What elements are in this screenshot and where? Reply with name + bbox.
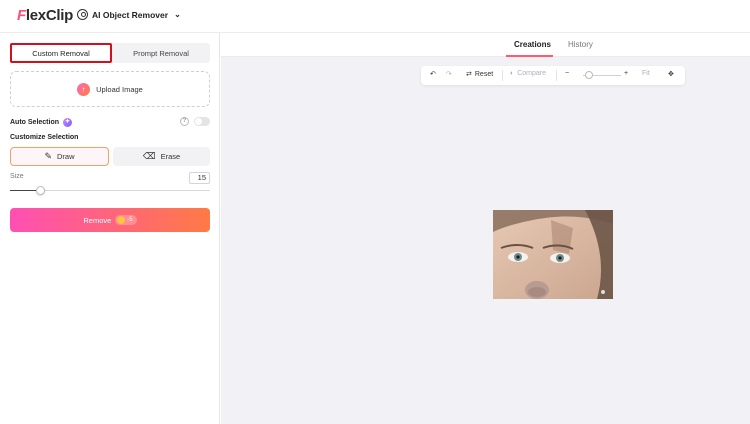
redo-icon[interactable]: ↷ [446, 70, 452, 78]
tab-custom-removal[interactable]: Custom Removal [10, 43, 112, 63]
draw-button[interactable]: ✎ Draw [10, 147, 109, 166]
uploaded-photo [493, 210, 613, 299]
size-slider-handle[interactable] [35, 186, 45, 195]
tool-selector-dropdown[interactable]: AI Object Remover ⌄ [77, 9, 181, 20]
reset-label: Reset [474, 70, 494, 78]
eraser-icon: ⌫ [142, 151, 156, 161]
object-remover-icon [77, 9, 88, 20]
tab-prompt-removal[interactable]: Prompt Removal [112, 43, 210, 63]
zoom-slider-handle[interactable] [585, 71, 594, 79]
upload-image-button[interactable]: ↑ Upload Image [10, 71, 210, 107]
canvas-area: Creations History ↶ ↷ ⇄ Reset ◐ Compare … [221, 33, 750, 424]
ai-sparkle-icon: ✦ [63, 117, 73, 127]
coin-icon [117, 216, 126, 224]
left-panel: Custom Removal Prompt Removal ↑ Upload I… [0, 33, 220, 424]
credit-cost-value: -5 [127, 217, 133, 223]
toolbar-divider [556, 70, 557, 81]
move-icon[interactable]: ✥ [668, 70, 674, 78]
compare-label: Compare [517, 70, 547, 77]
upload-icon: ↑ [77, 82, 91, 96]
fit-button[interactable]: Fit [642, 70, 650, 77]
size-slider[interactable] [10, 186, 210, 195]
removal-mode-tabs: Custom Removal Prompt Removal [10, 43, 210, 63]
tab-history[interactable]: History [568, 40, 593, 49]
auto-selection-toggle[interactable] [194, 117, 210, 126]
compare-icon: ◐ [510, 70, 515, 77]
canvas-toolbar: ↶ ↷ ⇄ Reset ◐ Compare − + Fit ✥ [421, 66, 685, 85]
reset-icon: ⇄ [466, 71, 472, 78]
pencil-icon: ✎ [44, 151, 53, 161]
compare-button[interactable]: ◐ Compare [510, 70, 546, 77]
zoom-out-icon[interactable]: − [565, 70, 569, 77]
tab-creations[interactable]: Creations [514, 40, 551, 49]
credit-cost-badge: -5 [115, 215, 137, 225]
canvas-tabs: Creations History [221, 33, 750, 57]
help-icon[interactable]: ? [180, 117, 189, 126]
erase-button[interactable]: ⌫ Erase [113, 147, 210, 166]
active-tab-indicator [506, 55, 553, 57]
zoom-in-icon[interactable]: + [624, 70, 628, 77]
erase-label: Erase [160, 152, 181, 161]
auto-selection-row: Auto Selection ✦ ? [10, 116, 210, 128]
reset-button[interactable]: ⇄ Reset [466, 70, 494, 79]
customize-selection-label: Customize Selection [10, 134, 79, 141]
remove-label: Remove [83, 215, 112, 225]
brush-mode-row: ✎ Draw ⌫ Erase [10, 147, 210, 166]
face-image [493, 210, 613, 299]
tool-selector-label: AI Object Remover [92, 9, 169, 20]
flexclip-logo[interactable]: FlexClip [17, 7, 73, 24]
chevron-down-icon: ⌄ [174, 10, 181, 19]
upload-image-label: Upload Image [96, 84, 143, 94]
undo-icon[interactable]: ↶ [430, 70, 436, 78]
app-header: FlexClip AI Object Remover ⌄ [0, 0, 750, 33]
remove-button[interactable]: Remove -5 [10, 208, 210, 232]
auto-selection-label: Auto Selection [10, 118, 60, 126]
size-input[interactable]: 15 [189, 172, 210, 184]
size-label: Size [10, 173, 24, 180]
draw-label: Draw [57, 152, 75, 161]
toolbar-divider [502, 70, 503, 81]
